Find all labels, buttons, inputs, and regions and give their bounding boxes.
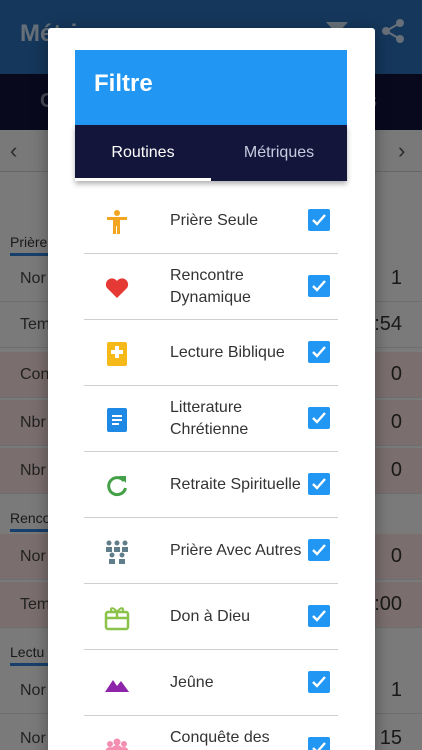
item-label: Litterature Chrétienne [170,399,249,438]
list-item[interactable]: Don à Dieu [84,584,338,650]
item-checkbox[interactable] [308,275,330,297]
list-item[interactable]: Prière Seule [84,188,338,254]
list-item[interactable]: Rencontre Dynamique [84,254,338,320]
item-checkbox[interactable] [308,341,330,363]
book-icon [107,408,127,432]
item-label: Prière Seule [170,212,259,229]
praying-person-icon [107,210,127,234]
people-icon [105,738,129,750]
gift-icon [104,607,130,631]
item-checkbox[interactable] [308,407,330,429]
dialog-header: Filtre [75,50,347,125]
refresh-icon [107,476,127,497]
item-label: Don à Dieu [170,608,251,625]
tab-routines[interactable]: Routines [75,125,211,181]
item-label: Lecture Biblique [170,344,285,361]
list-item[interactable]: Retraite Spirituelle [84,452,338,518]
dialog-title: Filtre [94,70,153,97]
item-label: Retraite Spirituelle [170,476,301,493]
mountain-icon [105,680,129,692]
item-label: Jeûne [170,674,214,691]
tab-indicator [75,178,211,181]
heart-icon [105,278,129,298]
item-checkbox[interactable] [308,473,330,495]
item-checkbox[interactable] [308,209,330,231]
list-item[interactable]: Conquête des Ames [84,716,338,750]
item-label: Rencontre Dynamique [170,267,251,306]
filter-dialog: Filtre Routines Métriques Prière Seule R… [48,28,375,750]
item-checkbox[interactable] [308,605,330,627]
item-checkbox[interactable] [308,737,330,750]
item-checkbox[interactable] [308,671,330,693]
item-checkbox[interactable] [308,539,330,561]
item-label: Prière Avec Autres [170,542,302,559]
bible-icon [107,342,127,366]
list-item[interactable]: Jeûne [84,650,338,716]
item-label: Conquête des Ames [170,729,270,746]
list-item[interactable]: Litterature Chrétienne [84,386,338,452]
group-icon [106,540,128,564]
list-item[interactable]: Lecture Biblique [84,320,338,386]
tab-metriques[interactable]: Métriques [211,125,347,181]
list-item[interactable]: Prière Avec Autres [84,518,338,584]
dialog-tab-bar: Routines Métriques [75,125,347,181]
